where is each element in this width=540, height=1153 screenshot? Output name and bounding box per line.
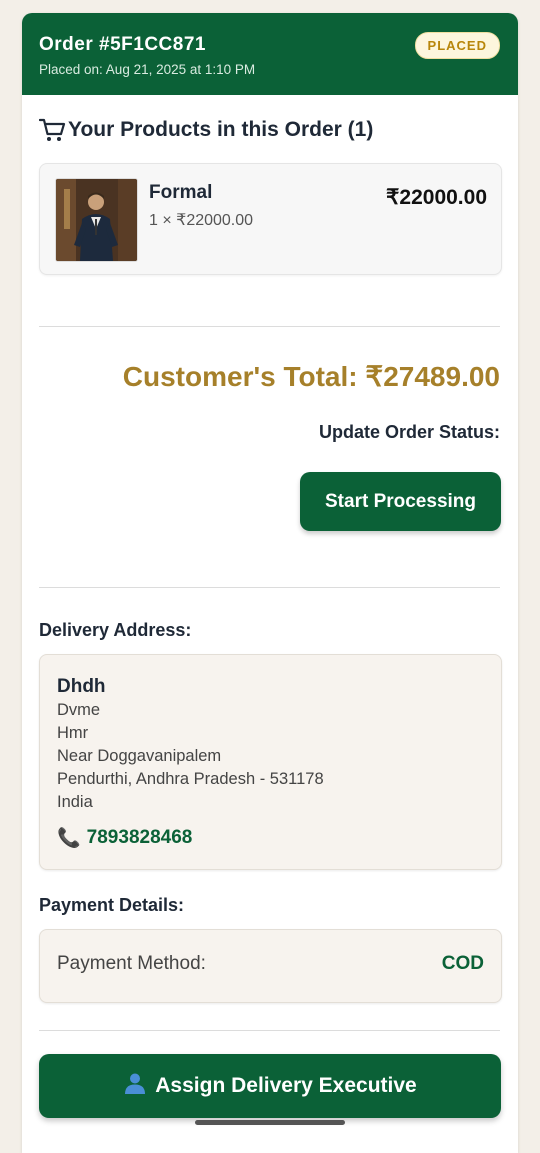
cart-icon <box>39 118 66 141</box>
placed-on-date: Placed on: Aug 21, 2025 at 1:10 PM <box>39 62 256 77</box>
address-line: Hmr <box>57 724 89 742</box>
divider <box>39 326 500 327</box>
product-qty-price: 1 × ₹22000.00 <box>149 212 254 229</box>
start-processing-button[interactable]: Start Processing <box>300 472 501 531</box>
home-indicator[interactable] <box>195 1120 345 1125</box>
product-name: Formal <box>149 182 213 203</box>
user-icon <box>123 1071 147 1101</box>
payment-method-value: COD <box>441 953 484 974</box>
payment-details-label: Payment Details: <box>39 895 185 915</box>
delivery-address-label: Delivery Address: <box>39 620 192 640</box>
product-line-total: ₹22000.00 <box>386 186 487 209</box>
phone-number: 7893828468 <box>86 827 193 848</box>
payment-method-label: Payment Method: <box>57 953 206 974</box>
product-item[interactable]: Formal 1 × ₹22000.00 ₹22000.00 <box>39 163 502 275</box>
address-line: Dvme <box>57 701 101 719</box>
recipient-name: Dhdh <box>57 676 106 697</box>
payment-box: Payment Method: COD <box>39 929 502 1003</box>
product-image <box>55 178 138 262</box>
order-card: Order #5F1CC871 Placed on: Aug 21, 2025 … <box>22 13 518 1153</box>
address-line: Pendurthi, Andhra Pradesh - 531178 <box>57 770 324 788</box>
customer-total: Customer's Total: ₹27489.00 <box>122 361 500 392</box>
address-line: India <box>57 793 93 811</box>
delivery-address-box: Dhdh Dvme Hmr Near Doggavanipalem Pendur… <box>39 654 502 870</box>
phone-icon: 📞 <box>57 828 81 849</box>
products-title: Your Products in this Order (1) <box>68 118 374 141</box>
order-id: Order #5F1CC871 <box>39 34 206 55</box>
divider <box>39 587 500 588</box>
products-heading: Your Products in this Order (1) <box>39 117 373 143</box>
status-badge: PLACED <box>414 32 500 59</box>
address-line: Near Doggavanipalem <box>57 747 222 765</box>
update-status-label: Update Order Status: <box>318 422 500 442</box>
assign-button-label: Assign Delivery Executive <box>155 1074 417 1097</box>
phone-link[interactable]: 📞 7893828468 <box>57 826 192 850</box>
divider <box>39 1030 500 1031</box>
assign-delivery-executive-button[interactable]: Assign Delivery Executive <box>39 1054 501 1118</box>
order-header: Order #5F1CC871 Placed on: Aug 21, 2025 … <box>22 13 518 95</box>
